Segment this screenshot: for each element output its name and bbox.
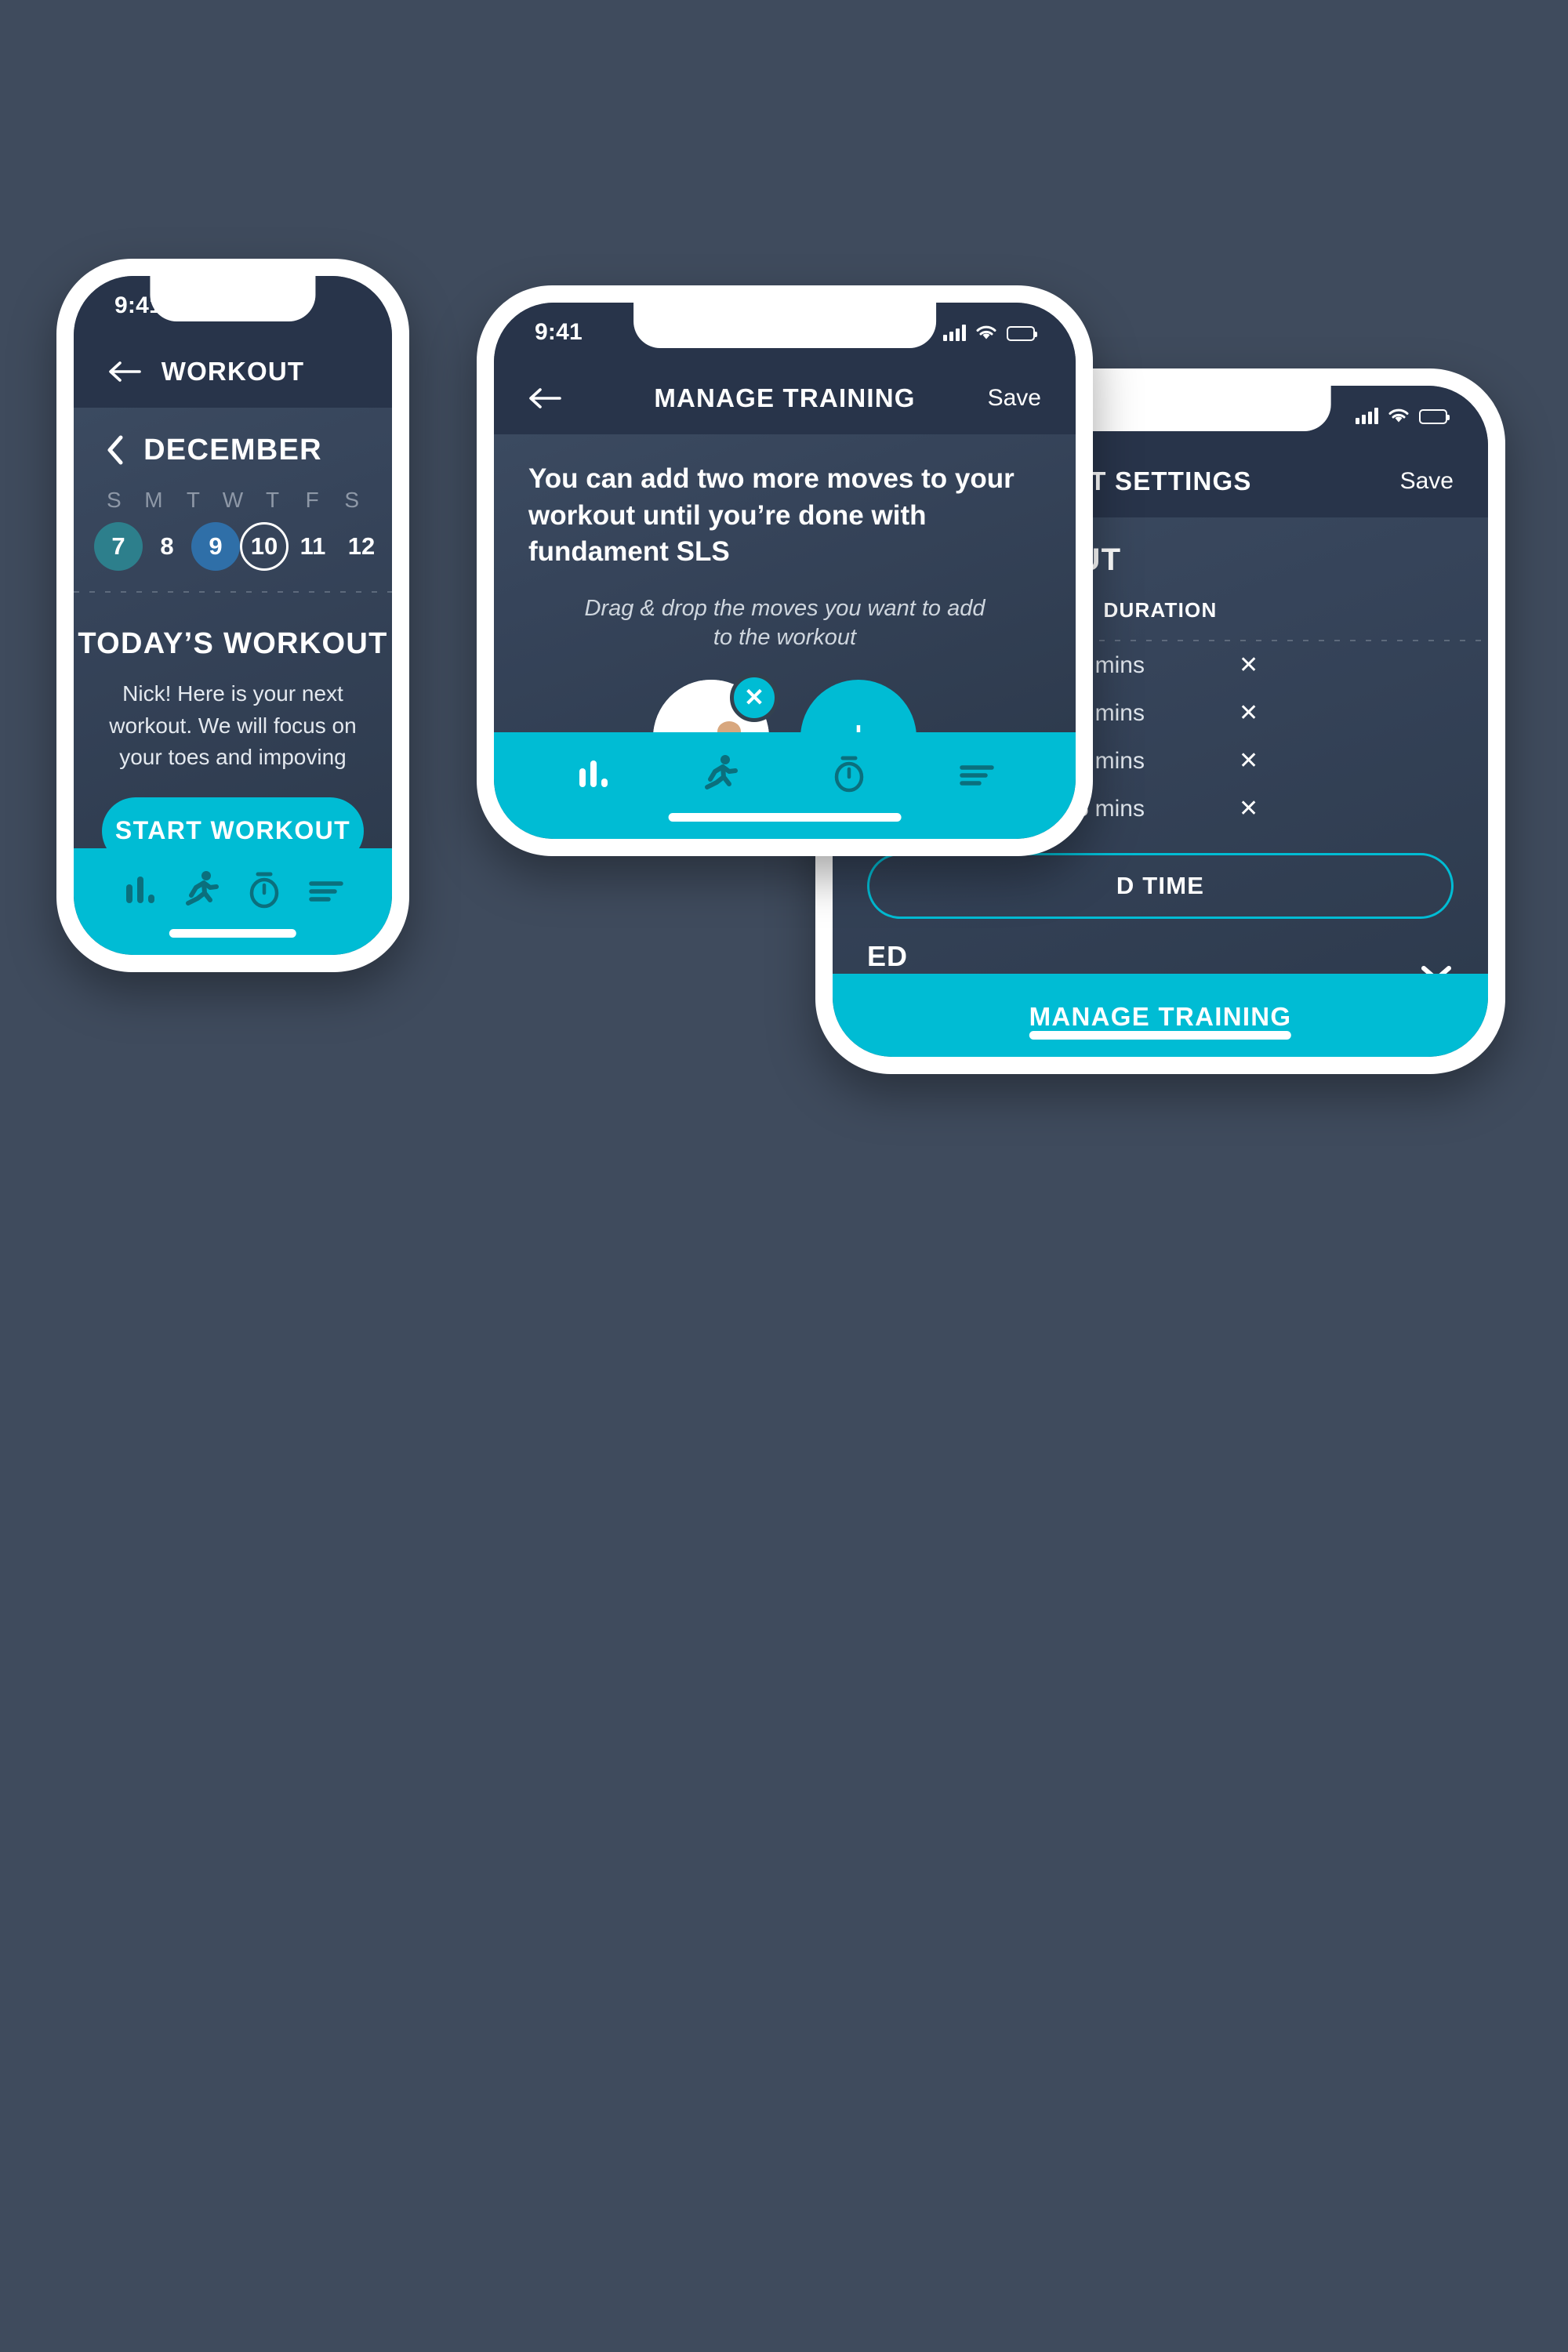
tab-activity[interactable] <box>180 869 223 911</box>
tab-bar <box>74 848 392 955</box>
running-person-icon <box>705 755 739 789</box>
move-slot-filled[interactable]: ✕ <box>653 673 779 732</box>
calendar-day-number: 7 <box>94 522 143 571</box>
calendar-day[interactable]: 12 <box>337 522 386 571</box>
tab-timer[interactable] <box>828 753 870 795</box>
tab-menu[interactable] <box>956 753 998 795</box>
add-move-button[interactable]: + <box>800 680 916 732</box>
subheadline: Drag & drop the moves you want to add to… <box>584 595 985 651</box>
move-slots: ✕ + <box>494 653 1076 732</box>
list-menu-icon <box>309 881 343 902</box>
calendar-day-number: 10 <box>240 522 289 571</box>
chevron-down-icon[interactable] <box>1419 963 1454 974</box>
bar-chart-icon <box>125 877 154 903</box>
home-indicator <box>169 929 297 938</box>
dow-label: S <box>106 488 122 512</box>
back-arrow-icon[interactable] <box>528 387 561 410</box>
tab-menu[interactable] <box>305 869 347 911</box>
duration-unit: mins <box>1094 652 1145 678</box>
phone-workout: 9:41 WORKOUT DECEMBER S M T W T F S 7 8 … <box>56 259 409 972</box>
todays-workout-title: TODAY’S WORKOUT <box>78 627 388 660</box>
save-button[interactable]: Save <box>1400 468 1454 495</box>
cellular-signal-icon <box>943 324 966 341</box>
calendar-day-number: 11 <box>299 532 326 560</box>
calendar-day[interactable]: 13 <box>386 522 392 571</box>
battery-icon <box>1419 409 1450 424</box>
tab-bar <box>494 732 1076 839</box>
notch <box>633 303 936 348</box>
calendar-day[interactable]: 7 <box>94 522 143 571</box>
dow-label: T <box>186 488 200 512</box>
calendar-day-number: 12 <box>347 532 376 560</box>
workout-body: DECEMBER S M T W T F S 7 8 9 10 11 12 13 <box>74 408 392 848</box>
running-person-icon <box>186 871 220 906</box>
tab-stats[interactable] <box>118 869 161 911</box>
duration-unit: mins <box>1094 747 1145 774</box>
dow-label: W <box>222 488 244 512</box>
wifi-icon <box>1388 408 1409 423</box>
save-button[interactable]: Save <box>988 385 1041 412</box>
calendar-header: DECEMBER <box>74 408 392 466</box>
stopwatch-icon <box>249 872 278 909</box>
home-indicator <box>1029 1031 1292 1040</box>
calendar-day[interactable]: 10 <box>240 522 289 571</box>
add-time-button[interactable]: D TIME <box>867 853 1454 919</box>
calendar-date-row: 7 8 9 10 11 12 13 <box>74 522 392 571</box>
battery-icon <box>1007 326 1037 341</box>
calendar-day[interactable]: 8 <box>143 522 191 571</box>
duration-unit: mins <box>1094 795 1145 822</box>
tab-stats[interactable] <box>572 753 614 795</box>
start-workout-button[interactable]: START WORKOUT <box>102 797 364 848</box>
bar-chart-icon <box>579 760 608 787</box>
chevron-left-icon[interactable] <box>105 434 125 466</box>
calendar-day-number: 13 <box>386 522 392 571</box>
status-indicators <box>1356 407 1450 424</box>
close-icon[interactable]: ✕ <box>1239 699 1258 727</box>
plus-icon: + <box>844 713 873 732</box>
back-arrow-icon[interactable] <box>108 360 141 383</box>
accordion-title: ED LUME <box>867 939 950 974</box>
todays-workout-description: Nick! Here is your next workout. We will… <box>109 681 357 770</box>
calendar-day-number: 9 <box>191 522 240 571</box>
screen-manage-training: 9:41 MANAGE TRAINING Save You can add tw… <box>494 303 1076 839</box>
status-indicators <box>943 324 1037 341</box>
status-time: 9:41 <box>535 319 583 345</box>
home-indicator <box>668 813 902 822</box>
divider <box>74 591 392 593</box>
dow-label: T <box>266 488 280 512</box>
list-menu-icon <box>960 765 994 786</box>
stopwatch-icon <box>834 756 863 793</box>
screen-workout: 9:41 WORKOUT DECEMBER S M T W T F S 7 8 … <box>74 276 392 955</box>
calendar-dow-row: S M T W T F S <box>74 488 392 513</box>
close-icon[interactable]: ✕ <box>1239 747 1258 775</box>
headline: You can add two more moves to your worko… <box>528 463 1014 568</box>
tab-timer[interactable] <box>243 869 285 911</box>
manage-training-button[interactable]: MANAGE TRAINING <box>833 973 1488 1057</box>
close-icon[interactable]: ✕ <box>1239 795 1258 822</box>
notch <box>150 276 316 321</box>
close-icon[interactable]: ✕ <box>730 673 779 723</box>
nav-bar: MANAGE TRAINING Save <box>494 362 1076 434</box>
calendar-day[interactable]: 9 <box>191 522 240 571</box>
manage-training-label: MANAGE TRAINING <box>1029 1001 1292 1031</box>
wifi-icon <box>976 325 996 339</box>
accordion-title-line1: ED <box>867 940 909 972</box>
accordion-header[interactable]: ED LUME <box>833 919 1488 974</box>
cellular-signal-icon <box>1356 407 1378 424</box>
phone-manage-training: 9:41 MANAGE TRAINING Save You can add tw… <box>477 285 1093 856</box>
tab-activity[interactable] <box>699 753 742 795</box>
calendar-day-number: 8 <box>160 532 174 560</box>
dow-label: F <box>305 488 319 512</box>
nav-bar: WORKOUT <box>74 336 392 408</box>
manage-training-body: You can add two more moves to your worko… <box>494 434 1076 732</box>
dow-label: S <box>344 488 360 512</box>
close-icon[interactable]: ✕ <box>1239 652 1258 679</box>
dow-label: M <box>144 488 163 512</box>
duration-unit: mins <box>1094 699 1145 726</box>
calendar-day[interactable]: 11 <box>289 522 337 571</box>
